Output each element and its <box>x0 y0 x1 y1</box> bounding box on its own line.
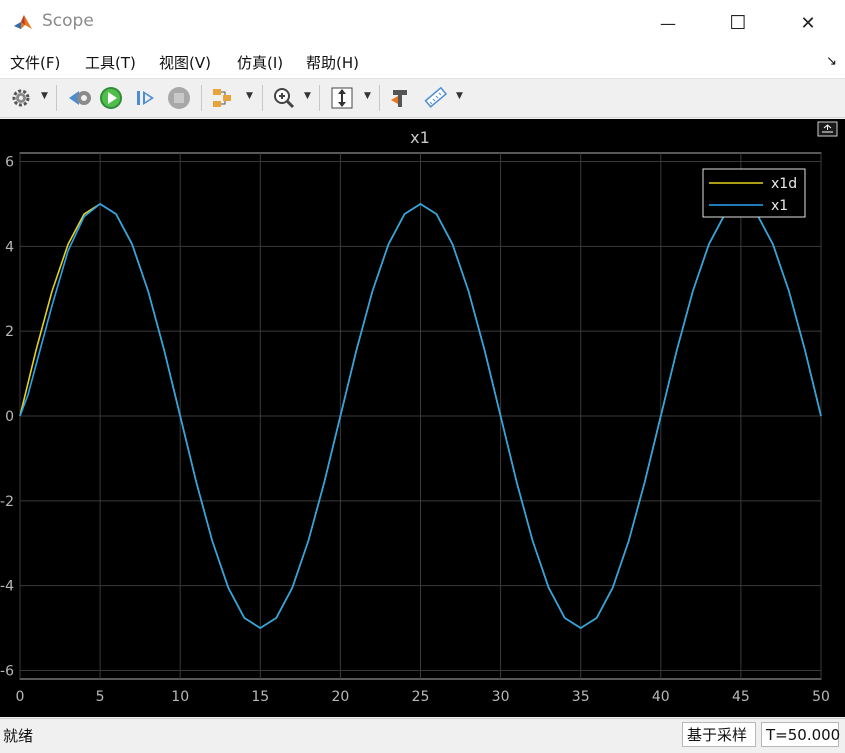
highlight-block-icon[interactable] <box>386 84 414 112</box>
menu-file[interactable]: 文件(F) <box>10 52 60 73</box>
title-bar: Scope — ☐ ✕ <box>0 0 845 46</box>
maximize-button[interactable]: ☐ <box>715 6 761 40</box>
measurements-icon[interactable] <box>421 84 449 112</box>
undock-icon[interactable]: ↘ <box>826 54 837 69</box>
x-tick-label: 25 <box>412 689 430 705</box>
scope-display: x1 0 5 10 15 20 25 30 35 40 45 50 -6 -4 -2 0 2 4 6 x1d x1 <box>0 119 845 717</box>
menu-tools[interactable]: 工具(T) <box>85 52 136 73</box>
toolbar-separator <box>319 85 320 111</box>
y-tick-label: 2 <box>5 324 14 340</box>
sim-time: T=50.000 <box>761 722 840 747</box>
sample-mode: 基于采样 <box>682 722 756 747</box>
x-tick-label: 10 <box>171 689 189 705</box>
stop-icon[interactable] <box>165 84 193 112</box>
y-tick-label: 4 <box>5 239 14 255</box>
x-tick-label: 40 <box>652 689 670 705</box>
x-tick-label: 15 <box>251 689 269 705</box>
x-tick-label: 50 <box>812 689 830 705</box>
y-tick-label: -6 <box>0 664 14 680</box>
signal-dropdown-icon[interactable]: ▼ <box>246 91 253 101</box>
toolbar-separator <box>201 85 202 111</box>
menu-simulation[interactable]: 仿真(I) <box>237 52 283 73</box>
run-icon[interactable] <box>97 84 125 112</box>
y-tick-label: -4 <box>0 579 14 595</box>
toolbar: ▼ ▼ ▼ ▼ ▼ <box>0 79 845 118</box>
menu-help[interactable]: 帮助(H) <box>306 52 359 73</box>
status-bar: 就绪 基于采样 T=50.000 <box>0 718 845 753</box>
x-tick-label: 20 <box>331 689 349 705</box>
y-tick-label: 0 <box>5 409 14 425</box>
scope-chart: x1 0 5 10 15 20 25 30 35 40 45 50-6-4-20246 x1dx1 <box>0 121 838 705</box>
window-title: Scope <box>42 11 94 31</box>
legend: x1dx1 <box>702 168 806 218</box>
gear-settings-icon[interactable] <box>8 84 34 112</box>
matlab-logo-icon <box>12 11 34 33</box>
x-tick-label: 0 <box>16 689 25 705</box>
y-tick-label: 6 <box>5 154 14 170</box>
zoom-dropdown-icon[interactable]: ▼ <box>304 91 311 101</box>
toolbar-separator <box>262 85 263 111</box>
signal-selection-icon[interactable] <box>208 84 238 112</box>
y-tick-label: -2 <box>0 494 14 510</box>
x-tick-label: 45 <box>732 689 750 705</box>
status-text: 就绪 <box>3 727 34 745</box>
menu-view[interactable]: 视图(V) <box>159 52 211 73</box>
legend-label: x1d <box>771 176 797 192</box>
menu-bar: 文件(F) 工具(T) 视图(V) 仿真(I) 帮助(H) ↘ <box>0 46 845 79</box>
toolbar-separator <box>379 85 380 111</box>
legend-label: x1 <box>771 198 788 214</box>
measurements-dropdown-icon[interactable]: ▼ <box>456 91 463 101</box>
scale-axes-icon[interactable] <box>328 84 356 112</box>
scale-dropdown-icon[interactable]: ▼ <box>364 91 371 101</box>
close-button[interactable]: ✕ <box>785 6 831 40</box>
zoom-icon[interactable] <box>270 84 298 112</box>
x-tick-label: 5 <box>96 689 105 705</box>
x-tick-label: 30 <box>492 689 510 705</box>
minimize-button[interactable]: — <box>645 6 691 40</box>
step-back-icon[interactable] <box>64 84 94 112</box>
step-forward-icon[interactable] <box>132 84 160 112</box>
x-tick-label: 35 <box>572 689 590 705</box>
toolbar-separator <box>56 85 57 111</box>
settings-dropdown-icon[interactable]: ▼ <box>41 91 48 101</box>
chart-title: x1 <box>410 128 430 147</box>
